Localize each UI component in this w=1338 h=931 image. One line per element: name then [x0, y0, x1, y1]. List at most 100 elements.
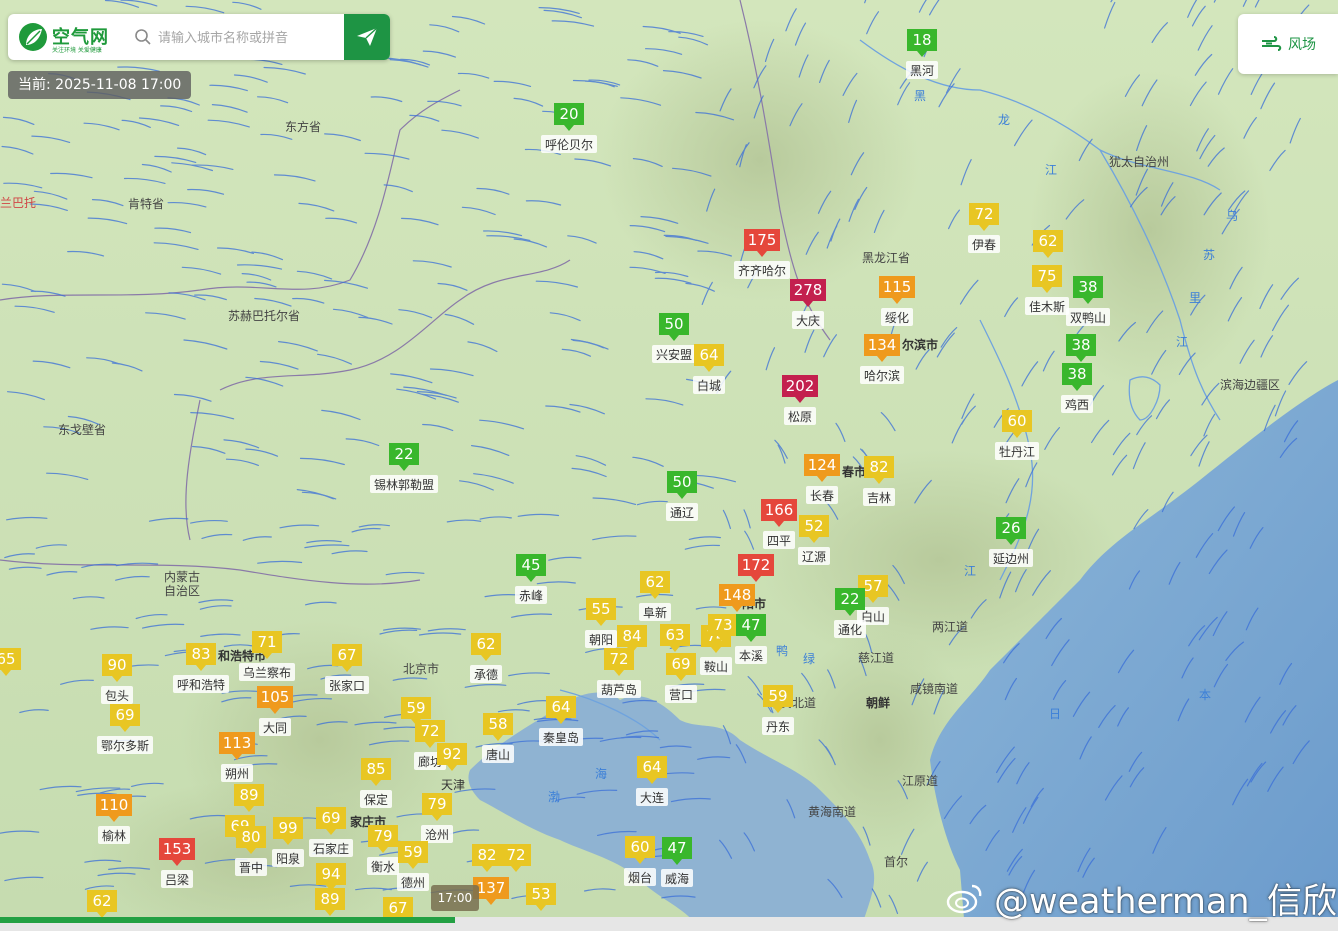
aqi-city-label: 德州: [401, 875, 425, 890]
aqi-value: 62: [645, 573, 664, 591]
wind-field-toggle-button[interactable]: 风场: [1238, 14, 1338, 74]
aqi-city-label: 黑河: [910, 64, 934, 78]
aqi-city-label: 衡水: [371, 860, 395, 874]
aqi-city-label: 秦皇岛: [543, 730, 579, 745]
aqi-city-label: 烟台: [628, 870, 652, 885]
aqi-value: 67: [388, 899, 407, 917]
aqi-city-label: 石家庄: [313, 841, 349, 856]
map-canvas[interactable]: 东方省肯特省苏赫巴托尔省东戈壁省 兰巴托内蒙古自治区 黑龙江省尔滨市春市 滨海边疆区 犹…: [0, 0, 1338, 931]
aqi-city-label: 鸡西: [1065, 397, 1089, 412]
search-bar: 空气网 关注环境 关爱健康: [8, 14, 390, 60]
aqi-value: 59: [768, 687, 787, 705]
aqi-value: 82: [869, 458, 888, 476]
aqi-city-label: 齐齐哈尔: [738, 263, 786, 278]
aqi-value: 202: [786, 377, 815, 395]
aqi-value: 64: [551, 698, 570, 716]
aqi-value: 57: [863, 577, 882, 595]
aqi-value: 175: [748, 231, 777, 249]
aqi-value: 99: [278, 819, 297, 837]
aqi-value: 53: [531, 885, 550, 903]
aqi-value: 134: [868, 336, 897, 354]
aqi-value: 89: [239, 786, 258, 804]
aqi-city-label: 葫芦岛: [601, 682, 637, 697]
aqi-value: 58: [488, 715, 507, 733]
map-place-label: 渤: [548, 790, 560, 804]
aqi-city-label: 唐山: [486, 747, 510, 762]
aqi-value: 20: [559, 105, 578, 123]
map-place-label: 东方省: [285, 119, 321, 134]
map-place-label: 绿: [803, 651, 815, 666]
aqi-city-label: 大连: [640, 790, 664, 805]
map-place-label: 滨海边疆区: [1220, 377, 1280, 392]
aqi-value: 79: [427, 795, 446, 813]
aqi-value: 153: [163, 840, 192, 858]
aqi-value: 72: [420, 722, 439, 740]
aqi-value: 105: [261, 688, 290, 706]
aqi-city-label: 朔州: [225, 766, 249, 781]
aqi-city-label: 吉林: [867, 491, 891, 505]
aqi-city-label: 本溪: [739, 649, 763, 663]
map-place-label: 北京市: [403, 661, 439, 676]
aqi-value: 50: [672, 473, 691, 491]
paper-plane-icon: [357, 27, 378, 46]
map-place-label: 黑龙江省: [862, 251, 910, 265]
aqi-value: 55: [591, 600, 610, 618]
aqi-value: 172: [742, 556, 771, 574]
aqi-city-label: 大庆: [796, 314, 820, 328]
watermark: @weatherman_信欣: [946, 868, 1337, 928]
aqi-city-label: 牡丹江: [999, 444, 1035, 459]
map-place-label: 江: [1045, 163, 1057, 177]
aqi-value: 124: [808, 456, 837, 474]
map-place-label: 乌: [1226, 208, 1238, 223]
timeline-handle[interactable]: 17:00: [430, 885, 479, 911]
aqi-value: 85: [366, 760, 385, 778]
aqi-city-label: 延边州: [993, 552, 1029, 566]
aqi-value: 38: [1067, 365, 1086, 383]
aqi-city-label: 阜新: [643, 605, 667, 620]
aqi-value: 64: [699, 346, 718, 364]
map-place-label: 江原道: [902, 774, 938, 788]
map-place-label: 鸭: [776, 644, 788, 658]
aqi-value: 137: [477, 879, 506, 897]
aqi-city-label: 阳泉: [276, 852, 300, 866]
aqi-value: 92: [442, 745, 461, 763]
aqi-value: 60: [630, 838, 649, 856]
aqi-station[interactable]: 天津: [441, 778, 465, 792]
aqi-city-label: 丹东: [766, 720, 790, 734]
aqi-value: 166: [765, 501, 794, 519]
aqi-city-label: 鄂尔多斯: [101, 738, 149, 753]
map-place-label: 慈江道: [858, 650, 894, 665]
map-place-label: 龙: [998, 113, 1010, 127]
map-place-label: 首尔: [884, 854, 908, 869]
aqi-value: 52: [804, 517, 823, 535]
aqi-city-label: 绥化: [885, 311, 909, 325]
aqi-value: 50: [664, 315, 683, 333]
map-place-label: 日: [1049, 707, 1061, 721]
search-input[interactable]: [156, 22, 346, 54]
aqi-value: 89: [320, 890, 339, 908]
aqi-value: 64: [642, 758, 661, 776]
map-place-label: 黄海南道: [808, 804, 856, 819]
weibo-logo-icon: [946, 884, 982, 914]
search-submit-button[interactable]: [344, 14, 390, 60]
map-place-label: 江: [964, 564, 976, 578]
aqi-city-label: 承德: [474, 667, 498, 682]
map-place-label: 苏: [1203, 248, 1215, 262]
map-place-label: 肯特省: [128, 196, 164, 211]
leaf-logo-icon: [19, 23, 47, 51]
map-place-label: 里: [1189, 291, 1201, 305]
aqi-value: 62: [476, 635, 495, 653]
aqi-value: 47: [741, 616, 760, 634]
aqi-city-label: 长春: [810, 489, 834, 503]
aqi-value: 67: [337, 646, 356, 664]
logo[interactable]: 空气网 关注环境 关爱健康: [18, 21, 130, 55]
aqi-city-label: 威海: [665, 871, 689, 886]
aqi-value: 94: [321, 865, 340, 883]
map-place-label: 朝鲜: [866, 695, 890, 710]
aqi-city-label: 呼伦贝尔: [545, 137, 593, 152]
aqi-value: 22: [394, 445, 413, 463]
aqi-value: 38: [1078, 278, 1097, 296]
map-place-label: 咸镜南道: [910, 681, 958, 696]
aqi-value: 84: [622, 627, 641, 645]
aqi-city-label: 佳木斯: [1029, 300, 1065, 314]
